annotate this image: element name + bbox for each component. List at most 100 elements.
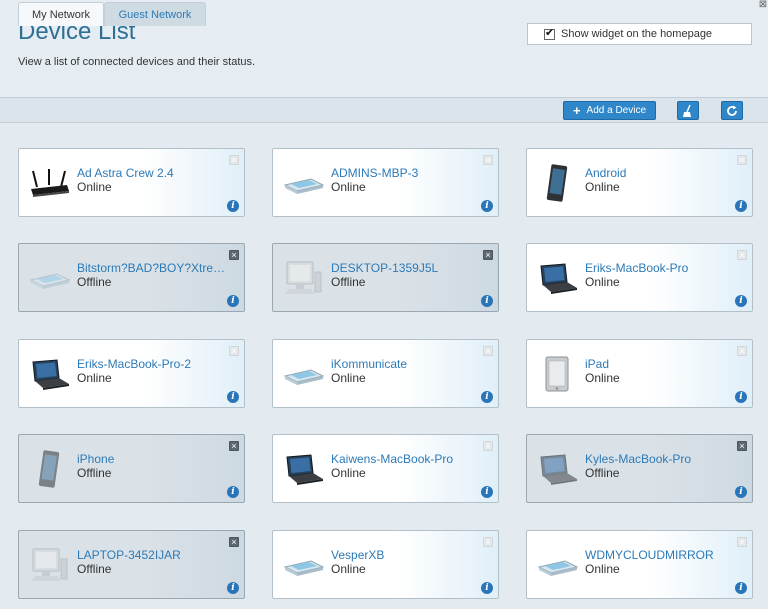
phone-icon <box>535 163 579 203</box>
phone-icon <box>27 449 71 489</box>
device-tile[interactable]: iPhone Offline × i <box>18 434 245 503</box>
info-icon[interactable]: i <box>735 486 747 498</box>
add-device-label: Add a Device <box>586 105 647 116</box>
device-tile[interactable]: Kaiwens-MacBook-Pro Online × i <box>272 434 499 503</box>
device-name[interactable]: iKommunicate <box>331 357 486 371</box>
device-name[interactable]: Ad Astra Crew 2.4 <box>77 166 232 180</box>
device-name[interactable]: VesperXB <box>331 548 486 562</box>
remove-device-icon: × <box>737 537 747 547</box>
laptop-closed-icon <box>281 163 325 203</box>
laptop-closed-icon <box>281 545 325 585</box>
clean-button[interactable] <box>677 101 699 120</box>
device-name[interactable]: Kaiwens-MacBook-Pro <box>331 452 486 466</box>
refresh-icon <box>727 105 737 116</box>
device-tile[interactable]: DESKTOP-1359J5L Offline × i <box>272 243 499 312</box>
info-icon[interactable]: i <box>227 486 239 498</box>
remove-device-icon: × <box>229 346 239 356</box>
device-tile[interactable]: LAPTOP-3452IJAR Offline × i <box>18 530 245 599</box>
tab-guest-network[interactable]: Guest Network <box>104 2 206 26</box>
desktop-icon <box>281 258 325 298</box>
laptop-open-icon <box>281 449 325 489</box>
remove-device-icon: × <box>483 537 493 547</box>
device-status: Online <box>585 275 620 289</box>
device-status: Online <box>585 371 620 385</box>
laptop-closed-icon <box>27 258 71 298</box>
page-subtitle: View a list of connected devices and the… <box>18 56 256 68</box>
device-tile[interactable]: Bitstorm?BAD?BOY?Xtre… Offline × i <box>18 243 245 312</box>
router-icon <box>27 163 71 203</box>
device-tile[interactable]: Eriks-MacBook-Pro-2 Online × i <box>18 339 245 408</box>
plus-icon: + <box>572 103 581 118</box>
info-icon[interactable]: i <box>227 295 239 307</box>
remove-device-icon: × <box>737 155 747 165</box>
device-name[interactable]: Android <box>585 166 740 180</box>
laptop-open-icon <box>535 258 579 298</box>
device-status: Online <box>585 562 620 576</box>
remove-device-icon: × <box>737 346 747 356</box>
info-icon[interactable]: i <box>227 200 239 212</box>
device-status: Offline <box>77 562 112 576</box>
device-name[interactable]: iPad <box>585 357 740 371</box>
device-name[interactable]: ADMINS-MBP-3 <box>331 166 486 180</box>
device-tile[interactable]: Eriks-MacBook-Pro Online × i <box>526 243 753 312</box>
laptop-closed-icon <box>281 354 325 394</box>
close-icon[interactable]: ⊠ <box>758 0 768 10</box>
device-tile[interactable]: VesperXB Online × i <box>272 530 499 599</box>
device-tile[interactable]: iKommunicate Online × i <box>272 339 499 408</box>
info-icon[interactable]: i <box>481 486 493 498</box>
remove-device-icon: × <box>483 346 493 356</box>
info-icon[interactable]: i <box>227 582 239 594</box>
laptop-open-icon <box>535 449 579 489</box>
info-icon[interactable]: i <box>227 391 239 403</box>
tablet-icon <box>535 354 579 394</box>
laptop-open-icon <box>27 354 71 394</box>
remove-device-icon[interactable]: × <box>229 537 239 547</box>
remove-device-icon[interactable]: × <box>229 441 239 451</box>
info-icon[interactable]: i <box>735 295 747 307</box>
info-icon[interactable]: i <box>735 200 747 212</box>
add-device-button[interactable]: + Add a Device <box>563 101 656 120</box>
info-icon[interactable]: i <box>481 295 493 307</box>
info-icon[interactable]: i <box>481 200 493 212</box>
remove-device-icon: × <box>737 250 747 260</box>
remove-device-icon[interactable]: × <box>229 250 239 260</box>
device-status: Offline <box>77 275 112 289</box>
device-tile[interactable]: Kyles-MacBook-Pro Offline × i <box>526 434 753 503</box>
info-icon[interactable]: i <box>735 391 747 403</box>
device-tile[interactable]: Ad Astra Crew 2.4 Online × i <box>18 148 245 217</box>
device-name[interactable]: Eriks-MacBook-Pro-2 <box>77 357 232 371</box>
device-status: Offline <box>77 466 112 480</box>
device-status: Offline <box>331 275 366 289</box>
device-status: Offline <box>585 466 620 480</box>
device-tile[interactable]: iPad Online × i <box>526 339 753 408</box>
refresh-button[interactable] <box>721 101 743 120</box>
device-status: Online <box>331 466 366 480</box>
device-name[interactable]: Bitstorm?BAD?BOY?Xtre… <box>77 261 232 275</box>
device-name[interactable]: Kyles-MacBook-Pro <box>585 452 740 466</box>
laptop-closed-icon <box>535 545 579 585</box>
show-widget-checkbox[interactable] <box>544 26 555 40</box>
device-status: Online <box>585 180 620 194</box>
device-name[interactable]: iPhone <box>77 452 232 466</box>
tab-my-network[interactable]: My Network <box>18 2 104 26</box>
device-status: Online <box>331 562 366 576</box>
info-icon[interactable]: i <box>481 582 493 594</box>
show-widget-label: Show widget on the homepage <box>561 28 713 40</box>
device-name[interactable]: LAPTOP-3452IJAR <box>77 548 232 562</box>
device-status: Online <box>77 371 112 385</box>
device-name[interactable]: Eriks-MacBook-Pro <box>585 261 740 275</box>
remove-device-icon: × <box>483 155 493 165</box>
device-name[interactable]: WDMYCLOUDMIRROR <box>585 548 740 562</box>
device-name[interactable]: DESKTOP-1359J5L <box>331 261 486 275</box>
device-tile[interactable]: Android Online × i <box>526 148 753 217</box>
info-icon[interactable]: i <box>735 582 747 594</box>
remove-device-icon: × <box>483 441 493 451</box>
device-tile[interactable]: ADMINS-MBP-3 Online × i <box>272 148 499 217</box>
info-icon[interactable]: i <box>481 391 493 403</box>
remove-device-icon[interactable]: × <box>483 250 493 260</box>
device-tile[interactable]: WDMYCLOUDMIRROR Online × i <box>526 530 753 599</box>
device-status: Online <box>331 371 366 385</box>
device-status: Online <box>331 180 366 194</box>
show-widget-toggle[interactable]: Show widget on the homepage <box>527 23 752 45</box>
remove-device-icon[interactable]: × <box>737 441 747 451</box>
